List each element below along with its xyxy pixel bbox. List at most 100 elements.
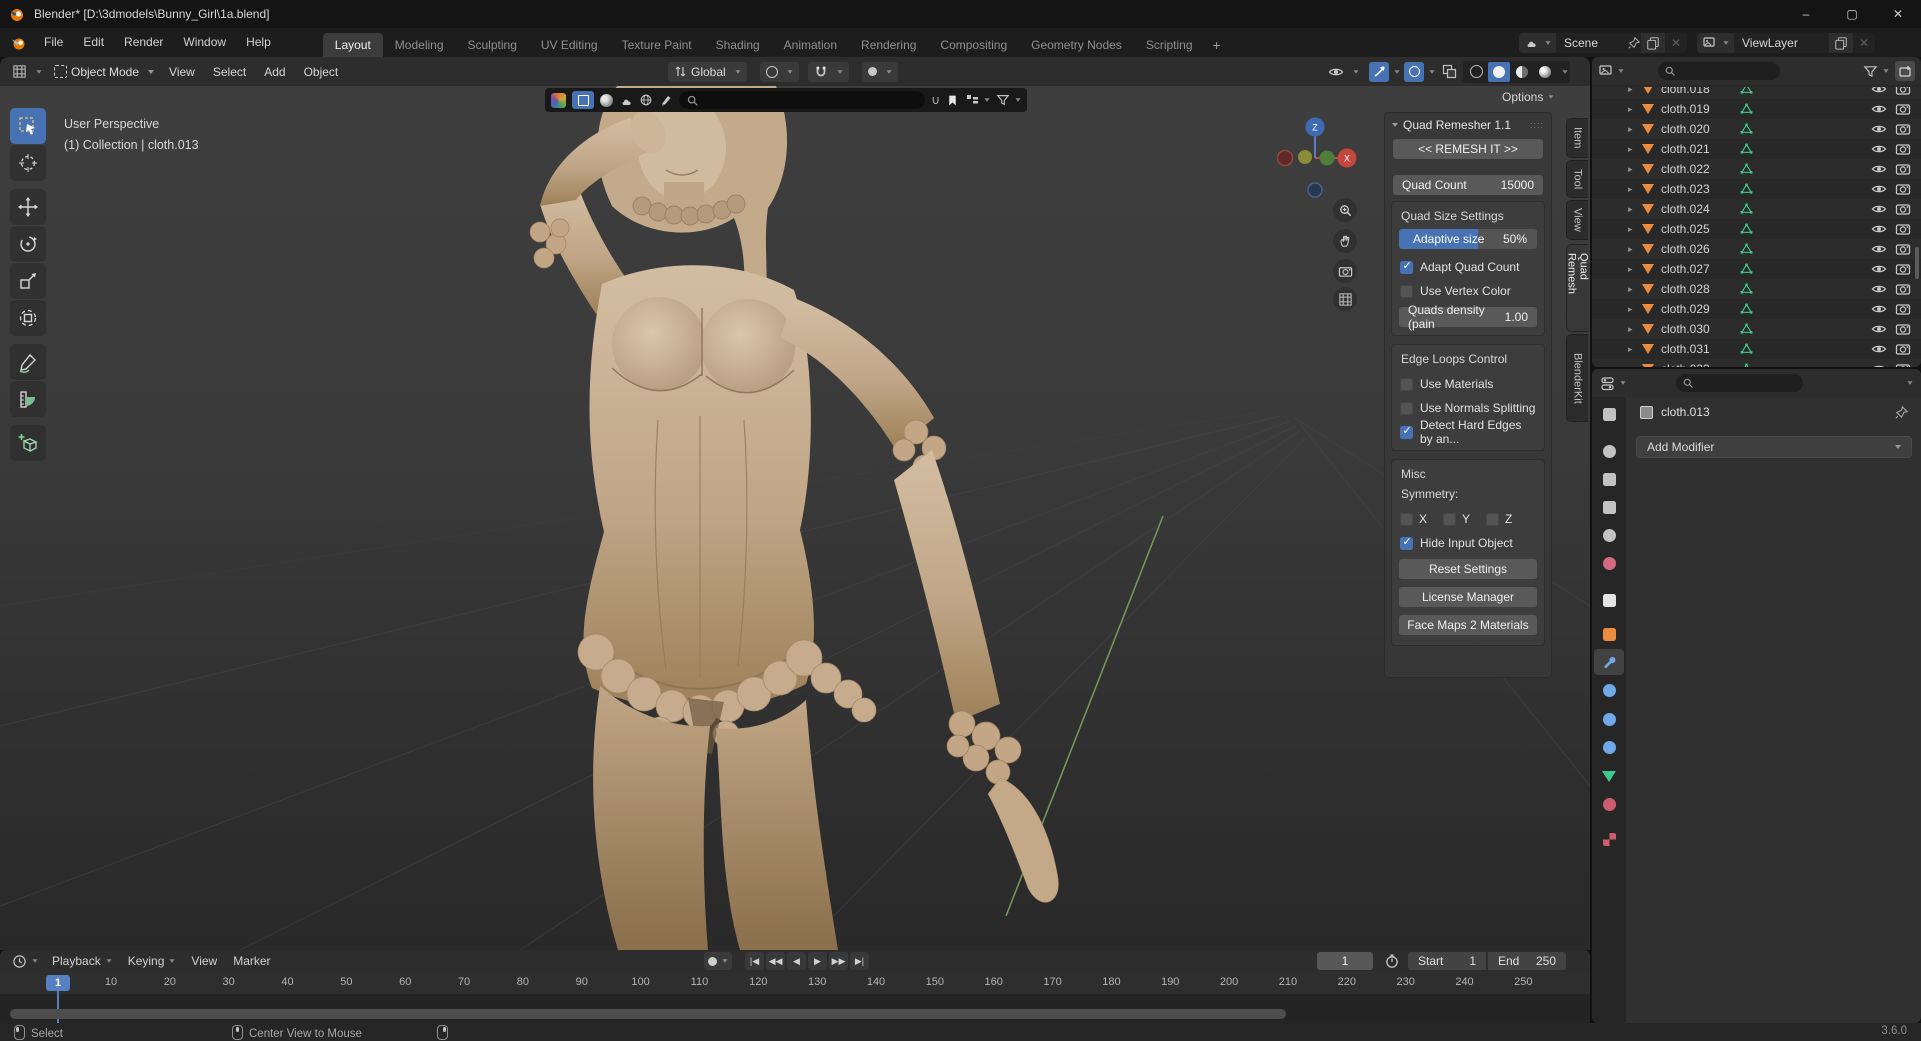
navigation-gizmo[interactable]: Z X: [1270, 101, 1370, 211]
disclosure-triangle-icon[interactable]: ▸: [1628, 284, 1642, 295]
bookmark-icon[interactable]: [946, 94, 959, 107]
hide-in-viewport-icon[interactable]: [1871, 341, 1887, 357]
properties-tab-object-icon[interactable]: [1594, 621, 1624, 647]
use-normals-splitting-checkbox[interactable]: Use Normals Splitting: [1397, 396, 1539, 420]
properties-editor-type-selector[interactable]: [1600, 376, 1626, 391]
workspace-tab-uv-editing[interactable]: UV Editing: [529, 33, 610, 57]
timeline-menu-marker[interactable]: Marker: [225, 954, 278, 968]
timeline-menu-playback[interactable]: Playback: [44, 954, 120, 968]
perspective-toggle-button[interactable]: [1333, 287, 1357, 311]
scene-selector[interactable]: Scene ✕: [1519, 33, 1687, 53]
pin-icon[interactable]: [1627, 36, 1641, 50]
timeline-scrollbar[interactable]: [10, 1009, 1286, 1019]
timeline-menu-keying[interactable]: Keying: [120, 954, 184, 968]
zoom-view-button[interactable]: [1333, 198, 1357, 222]
disclosure-triangle-icon[interactable]: ▸: [1628, 244, 1642, 255]
workspace-tab-sculpting[interactable]: Sculpting: [456, 33, 529, 57]
workspace-tab-compositing[interactable]: Compositing: [928, 33, 1019, 57]
scene-drop-icon[interactable]: [619, 93, 633, 107]
model-bunny-girl[interactable]: [530, 86, 1058, 950]
hide-in-viewport-icon[interactable]: [1871, 301, 1887, 317]
unlink-scene-icon[interactable]: ✕: [1665, 36, 1687, 50]
display-mode-selector[interactable]: [965, 93, 990, 107]
tool-rotate[interactable]: [10, 226, 46, 262]
object-name[interactable]: cloth.031: [1661, 342, 1739, 356]
disclosure-triangle-icon[interactable]: ▸: [1628, 264, 1642, 275]
gizmo-negative-x-axis[interactable]: [1278, 151, 1293, 166]
outliner-row[interactable]: ▸ cloth.021: [1592, 139, 1921, 159]
disable-in-renders-icon[interactable]: [1895, 201, 1911, 217]
symmetry-y-checkbox[interactable]: Y: [1443, 512, 1470, 526]
tool-transform[interactable]: [10, 300, 46, 336]
object-name[interactable]: cloth.022: [1661, 162, 1739, 176]
object-name[interactable]: cloth.019: [1661, 102, 1739, 116]
disable-in-renders-icon[interactable]: [1895, 241, 1911, 257]
move-view-button[interactable]: [1333, 229, 1357, 253]
outliner-row[interactable]: ▸ cloth.024: [1592, 199, 1921, 219]
license-manager-button[interactable]: License Manager: [1399, 587, 1537, 607]
hide-in-viewport-icon[interactable]: [1871, 361, 1887, 367]
object-name[interactable]: cloth.018: [1661, 87, 1739, 96]
tool-move[interactable]: [10, 189, 46, 225]
properties-tab-texture-icon[interactable]: [1594, 826, 1624, 852]
sidebar-tab-quad-remesh[interactable]: Quad Remesh: [1566, 244, 1588, 332]
hide-in-viewport-icon[interactable]: [1871, 121, 1887, 137]
hide-in-viewport-icon[interactable]: [1871, 221, 1887, 237]
menu-render[interactable]: Render: [114, 28, 173, 57]
scene-datablock-icon[interactable]: [1519, 33, 1556, 53]
workspace-tab-rendering[interactable]: Rendering: [849, 33, 928, 57]
disable-in-renders-icon[interactable]: [1895, 121, 1911, 137]
outliner-row[interactable]: ▸ cloth.026: [1592, 239, 1921, 259]
outliner-row[interactable]: ▸ cloth.020: [1592, 119, 1921, 139]
outliner-row[interactable]: ▸ cloth.025: [1592, 219, 1921, 239]
disable-in-renders-icon[interactable]: [1895, 261, 1911, 277]
sidebar-tab-blenderkit[interactable]: BlenderKit: [1566, 334, 1588, 422]
quads-density-field[interactable]: Quads density (pain1.00: [1399, 307, 1537, 327]
properties-tab-particles-icon[interactable]: [1594, 677, 1624, 703]
disable-in-renders-icon[interactable]: [1895, 301, 1911, 317]
menu-help[interactable]: Help: [236, 28, 281, 57]
outliner-editor-type-selector[interactable]: [1598, 64, 1624, 79]
object-name[interactable]: cloth.025: [1661, 222, 1739, 236]
timeline-editor-type-selector[interactable]: [8, 954, 42, 969]
workspace-tab-scripting[interactable]: Scripting: [1134, 33, 1205, 57]
disclosure-triangle-icon[interactable]: ▸: [1628, 104, 1642, 115]
gizmo-negative-z-axis[interactable]: [1308, 183, 1322, 197]
gizmo-negative-y-axis[interactable]: [1320, 151, 1335, 166]
disable-in-renders-icon[interactable]: [1895, 141, 1911, 157]
pin-id-icon[interactable]: [1894, 405, 1909, 420]
disable-in-renders-icon[interactable]: [1895, 321, 1911, 337]
disclosure-triangle-icon[interactable]: ▸: [1628, 184, 1642, 195]
disclosure-triangle-icon[interactable]: ▸: [1628, 124, 1642, 135]
workspace-tab-geometry-nodes[interactable]: Geometry Nodes: [1019, 33, 1134, 57]
hide-in-viewport-icon[interactable]: [1871, 201, 1887, 217]
panel-collapse-icon[interactable]: [1392, 123, 1398, 127]
stopwatch-icon[interactable]: [1384, 953, 1400, 969]
workspace-tab-animation[interactable]: Animation: [772, 33, 849, 57]
next-keyframe-button[interactable]: ▶▶: [829, 952, 848, 970]
use-materials-checkbox[interactable]: Use Materials: [1397, 372, 1539, 396]
new-view-layer-button[interactable]: [1829, 33, 1853, 53]
disclosure-triangle-icon[interactable]: ▸: [1628, 324, 1642, 335]
frame-start-field[interactable]: Start1: [1408, 952, 1486, 970]
material-preview-icon[interactable]: [600, 94, 613, 107]
object-name[interactable]: cloth.024: [1661, 202, 1739, 216]
hide-in-viewport-icon[interactable]: [1871, 87, 1887, 97]
play-reverse-button[interactable]: ◀: [787, 952, 806, 970]
disclosure-triangle-icon[interactable]: ▸: [1628, 224, 1642, 235]
use-vertex-color-checkbox[interactable]: Use Vertex Color: [1397, 279, 1539, 303]
blender-app-menu-icon[interactable]: [10, 35, 28, 51]
jump-to-end-button[interactable]: ▶|: [850, 952, 869, 970]
disclosure-triangle-icon[interactable]: ▸: [1628, 164, 1642, 175]
remove-view-layer-icon[interactable]: ✕: [1853, 36, 1875, 50]
menu-edit[interactable]: Edit: [73, 28, 114, 57]
playhead[interactable]: 1: [46, 975, 70, 991]
outliner-row[interactable]: ▸ cloth.018: [1592, 87, 1921, 99]
detect-hard-edges-checkbox[interactable]: Detect Hard Edges by an...: [1397, 420, 1539, 444]
tool-select-box[interactable]: [10, 108, 46, 144]
sidebar-tab-view[interactable]: View: [1566, 200, 1588, 240]
properties-tab-tool-icon[interactable]: [1594, 401, 1624, 427]
tool-add-cube[interactable]: [10, 425, 46, 461]
disable-in-renders-icon[interactable]: [1895, 101, 1911, 117]
viewport-canvas[interactable]: User Perspective (1) Collection | cloth.…: [0, 86, 1590, 950]
